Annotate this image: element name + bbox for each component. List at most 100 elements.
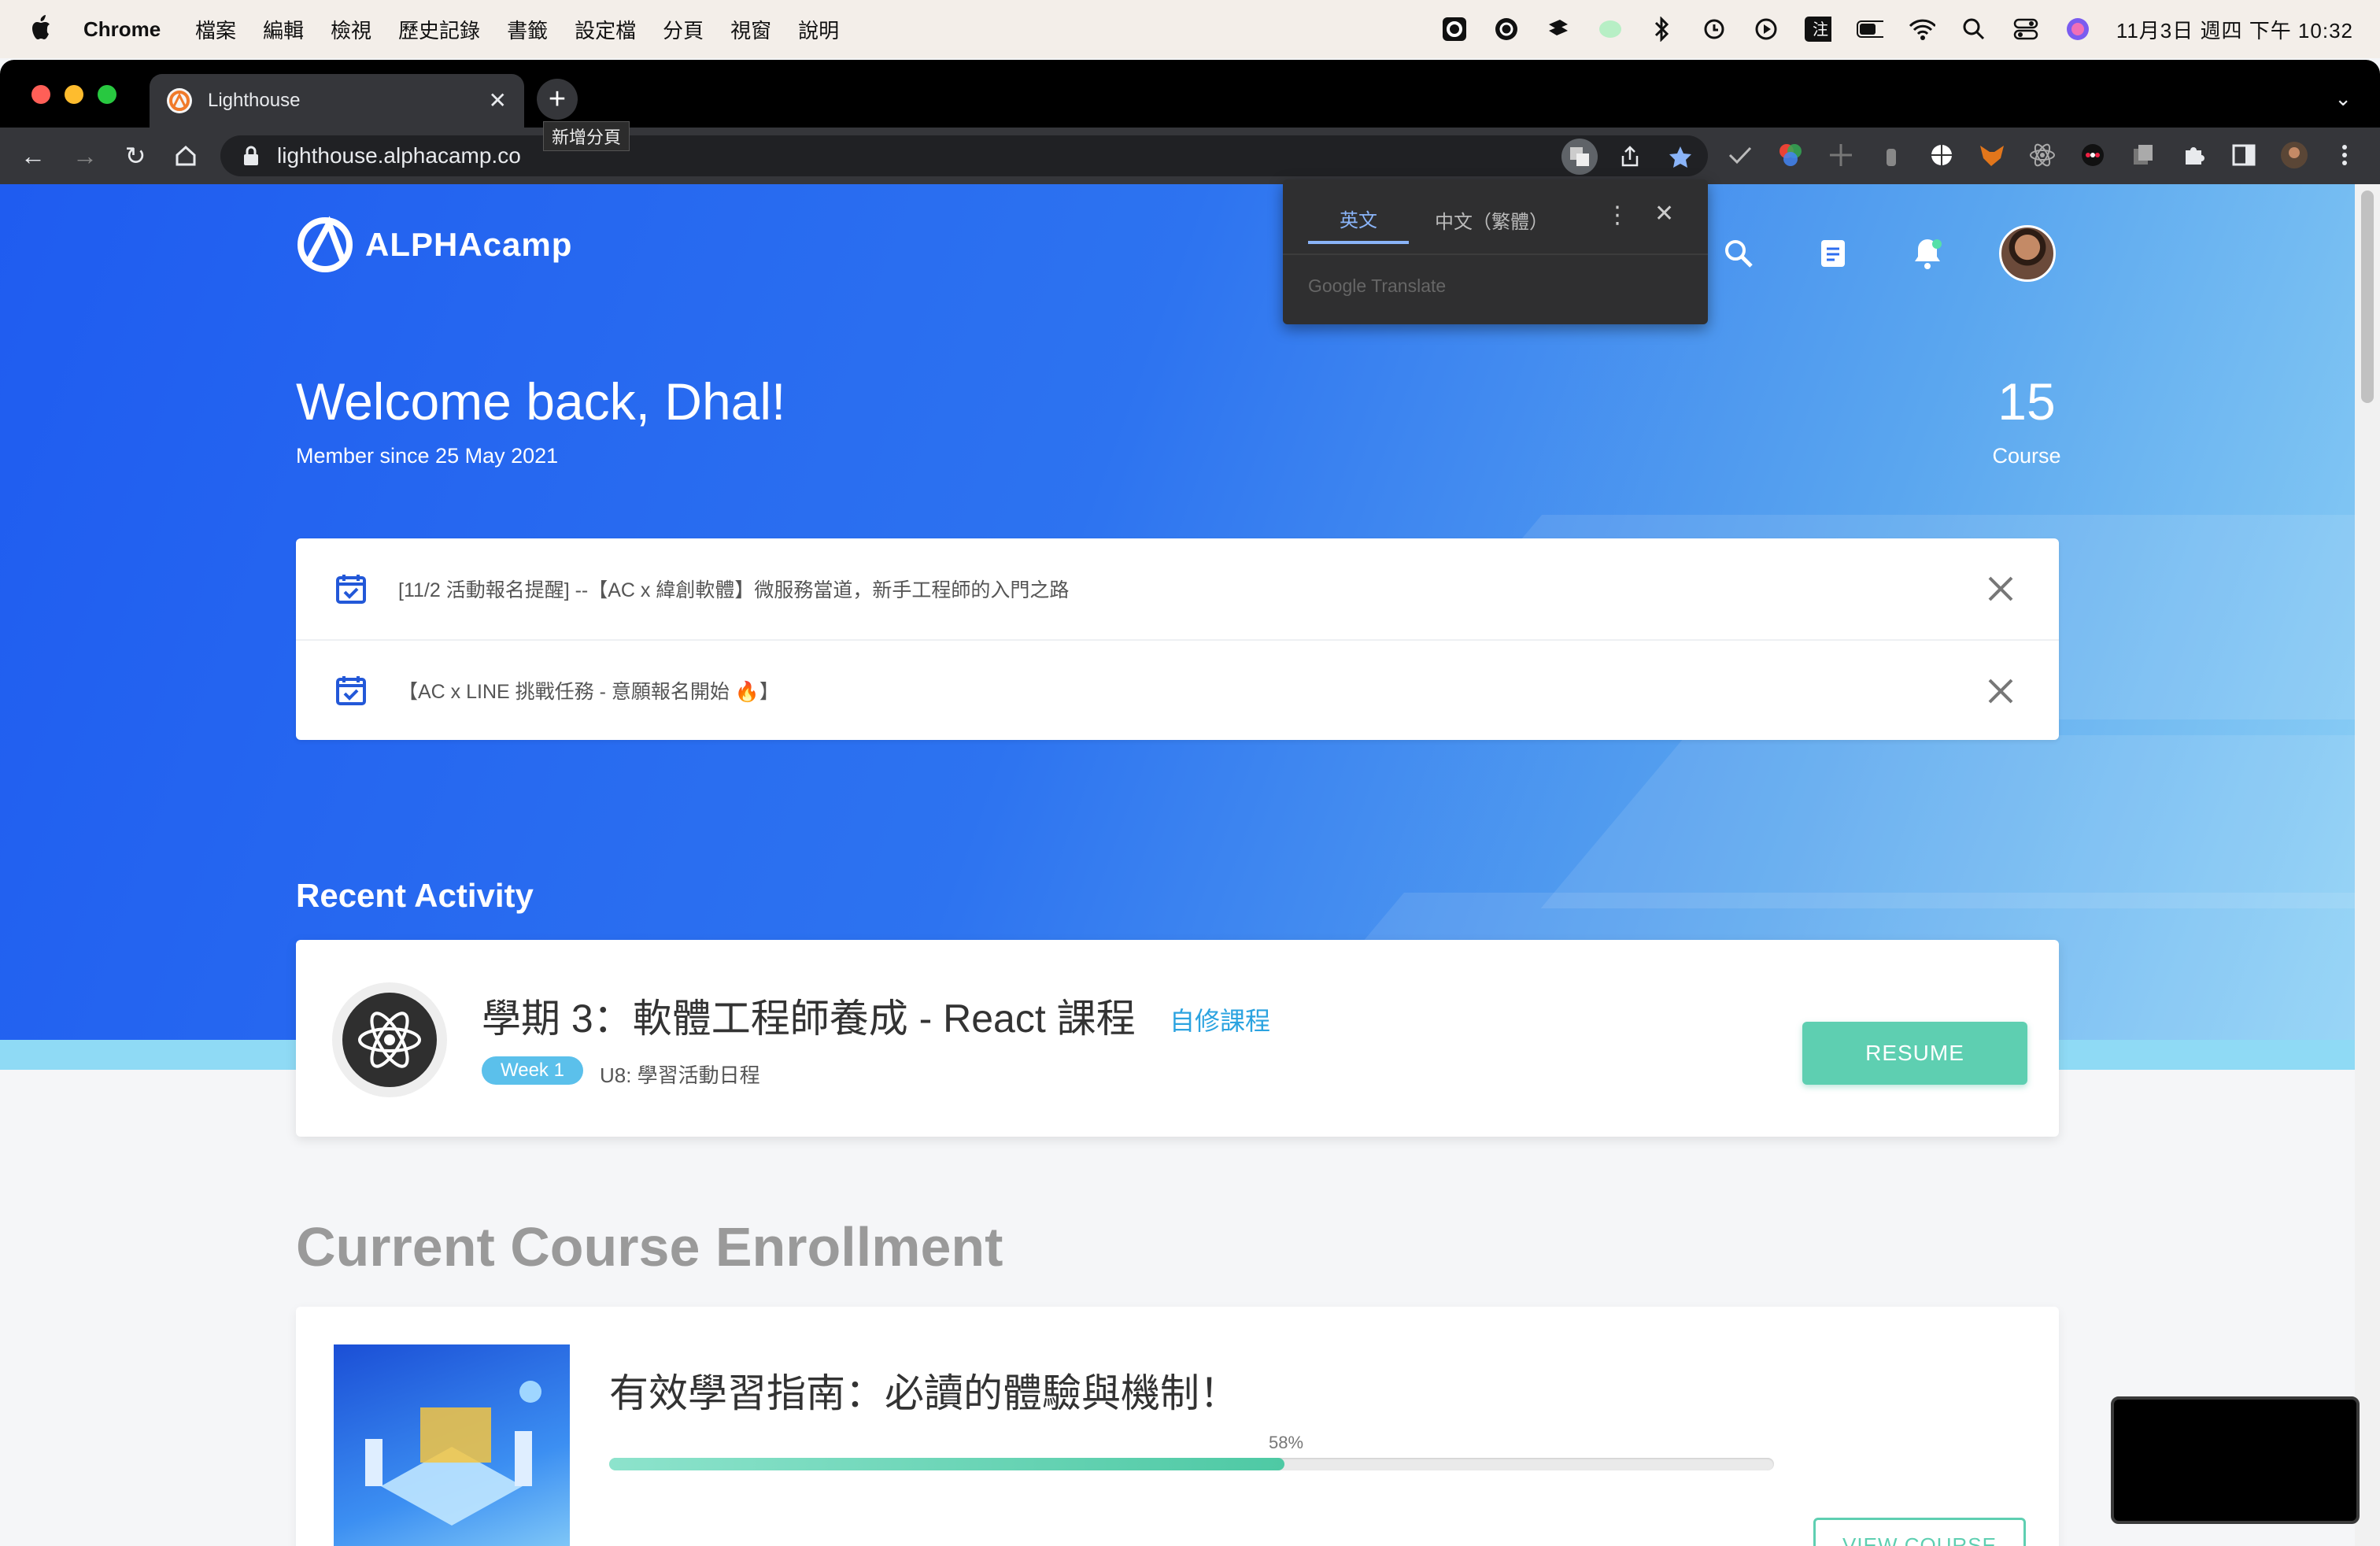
line-icon[interactable] [1597, 16, 1624, 43]
view-course-button[interactable]: VIEW COURSE [1813, 1518, 2026, 1546]
close-window-button[interactable] [31, 85, 50, 104]
google-translate-brand: Google Translate [1308, 276, 1447, 296]
menu-tab[interactable]: 分頁 [663, 15, 704, 44]
progress-bar [609, 1458, 1774, 1470]
control-center-icon[interactable] [2012, 16, 2039, 43]
picture-in-picture-window[interactable] [2111, 1396, 2360, 1524]
stack-icon[interactable] [1545, 16, 1572, 43]
omnibox-actions [1561, 139, 1698, 175]
page-scrollbar[interactable] [2355, 184, 2380, 1546]
reload-icon[interactable]: ↻ [118, 139, 153, 173]
search-icon[interactable] [1716, 231, 1761, 276]
address-bar[interactable]: lighthouse.alphacamp.co [220, 135, 1708, 176]
course-count: 15 [1998, 372, 2056, 431]
input-method-icon[interactable]: 注 [1804, 16, 1831, 43]
back-arrow-icon[interactable]: ← [16, 139, 50, 173]
alphacamp-favicon-icon [167, 88, 192, 113]
close-icon[interactable] [1983, 674, 2018, 708]
enrollment-card: 有效學習指南：必讀的體驗與機制！ 58% VIEW COURSE [296, 1307, 2059, 1546]
announcement-item[interactable]: [11/2 活動報名提醒] --【AC x 緯創軟體】微服務當道，新手工程師的入… [296, 538, 2059, 639]
svg-text:注: 注 [1813, 20, 1828, 39]
time-machine-icon[interactable] [1701, 16, 1728, 43]
copy-extension-icon[interactable] [2127, 139, 2160, 172]
alphacamp-logo[interactable]: ALPHAcamp [296, 216, 572, 274]
tab-close-icon[interactable]: ✕ [489, 90, 507, 112]
share-icon[interactable] [1612, 139, 1648, 175]
side-panel-icon[interactable] [2227, 139, 2260, 172]
tab-search-chevron-icon[interactable]: ⌄ [2334, 87, 2352, 111]
new-tab-button[interactable]: + [537, 79, 578, 120]
activity-course-title[interactable]: 學期 3：軟體工程師養成 - React 課程 [482, 987, 1136, 1044]
bluetooth-icon[interactable] [1649, 16, 1676, 43]
announcement-text[interactable]: 【AC x LINE 挑戰任務 - 意願報名開始 🔥】 [398, 676, 779, 705]
metamask-fox-icon[interactable] [1975, 139, 2009, 172]
tab-title: Lighthouse [208, 90, 301, 111]
react-course-icon [332, 982, 447, 1097]
app-menu-chrome[interactable]: Chrome [83, 17, 161, 42]
siri-icon[interactable] [2064, 16, 2091, 43]
dots-extension-icon[interactable] [2076, 139, 2109, 172]
color-picker-extension-icon[interactable] [1774, 139, 1807, 172]
alphacamp-logo-icon [298, 216, 353, 272]
window-controls [31, 85, 116, 104]
app-c-icon[interactable] [1441, 16, 1468, 43]
translate-icon[interactable] [1561, 139, 1598, 175]
tab-lighthouse[interactable]: Lighthouse ✕ [150, 74, 524, 128]
apple-menu-icon[interactable] [30, 14, 52, 41]
close-icon[interactable] [1983, 571, 2018, 606]
chrome-menu-icon[interactable] [2328, 139, 2361, 172]
menu-profiles[interactable]: 設定檔 [575, 15, 636, 44]
menu-edit[interactable]: 編輯 [263, 15, 304, 44]
zoom-window-button[interactable] [98, 85, 116, 104]
checkmark-extension-icon[interactable] [1724, 139, 1757, 172]
close-icon[interactable]: ✕ [1654, 200, 1674, 227]
lock-icon[interactable] [242, 146, 260, 166]
play-icon[interactable] [1753, 16, 1779, 43]
menu-history[interactable]: 歷史記錄 [398, 15, 480, 44]
user-avatar[interactable] [1999, 225, 2056, 282]
bottle-extension-icon[interactable] [1875, 139, 1908, 172]
enrollment-heading: Current Course Enrollment [296, 1216, 1003, 1278]
bookmark-star-icon[interactable] [1662, 139, 1698, 175]
extensions-puzzle-icon[interactable] [2177, 139, 2210, 172]
enrolled-course-title[interactable]: 有效學習指南：必讀的體驗與機制！ [609, 1362, 1239, 1418]
calendar-check-icon [336, 676, 366, 705]
resume-button[interactable]: RESUME [1802, 1022, 2027, 1085]
menu-view[interactable]: 檢視 [331, 15, 371, 44]
scrollbar-thumb[interactable] [2361, 190, 2374, 403]
menu-file[interactable]: 檔案 [195, 15, 236, 44]
menubar-clock[interactable]: 11月3日 週四 下午 10:32 [2116, 15, 2353, 44]
translate-language-tabs: 英文 中文（繁體） [1308, 195, 1574, 244]
tab-chinese-traditional[interactable]: 中文（繁體） [1409, 195, 1574, 244]
wifi-icon[interactable] [1909, 16, 1935, 43]
recent-activity-heading: Recent Activity [296, 877, 534, 914]
forward-arrow-icon[interactable]: → [68, 139, 102, 173]
course-thumbnail[interactable] [334, 1344, 570, 1546]
home-icon[interactable] [168, 139, 203, 173]
ruler-extension-icon[interactable] [1824, 139, 1857, 172]
member-since-text: Member since 25 May 2021 [296, 444, 559, 468]
more-options-icon[interactable]: ⋮ [1606, 202, 1629, 229]
announcement-text[interactable]: [11/2 活動報名提醒] --【AC x 緯創軟體】微服務當道，新手工程師的入… [398, 575, 1069, 603]
translate-popup: 英文 中文（繁體） ⋮ ✕ Google Translate [1283, 179, 1708, 324]
url-text[interactable]: lighthouse.alphacamp.co [277, 143, 521, 168]
announcement-list: [11/2 活動報名提醒] --【AC x 緯創軟體】微服務當道，新手工程師的入… [296, 538, 2059, 740]
menu-help[interactable]: 說明 [798, 15, 839, 44]
notification-bell-icon[interactable] [1905, 231, 1950, 276]
profile-avatar-icon[interactable] [2278, 139, 2311, 172]
menu-window[interactable]: 視窗 [730, 15, 771, 44]
notes-icon[interactable] [1810, 231, 1856, 276]
announcement-item[interactable]: 【AC x LINE 挑戰任務 - 意願報名開始 🔥】 [296, 639, 2059, 740]
week-badge: Week 1 [482, 1056, 583, 1085]
mac-menubar: Chrome 檔案 編輯 檢視 歷史記錄 書籤 設定檔 分頁 視窗 說明 注 1… [0, 0, 2380, 58]
minimize-window-button[interactable] [65, 85, 83, 104]
globe-extension-icon[interactable] [1925, 139, 1958, 172]
grammarly-icon[interactable] [1493, 16, 1520, 43]
spotlight-search-icon[interactable] [1961, 16, 1987, 43]
tab-english[interactable]: 英文 [1308, 195, 1409, 244]
react-devtools-icon[interactable] [2026, 139, 2059, 172]
battery-icon[interactable] [1856, 16, 1883, 43]
tab-strip: Lighthouse ✕ + ⌄ [0, 60, 2380, 128]
menu-bookmarks[interactable]: 書籤 [507, 15, 548, 44]
progress-percent: 58% [1269, 1433, 1304, 1452]
